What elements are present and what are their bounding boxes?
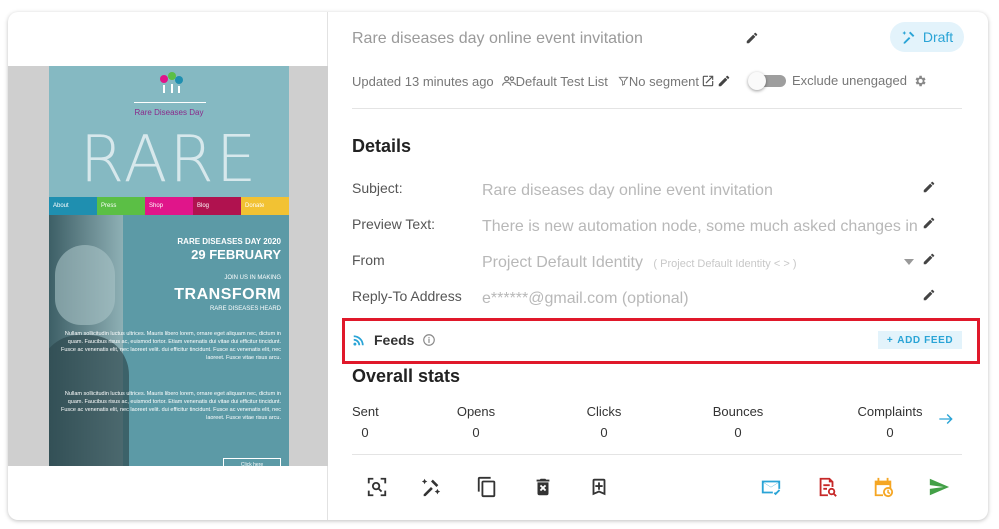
stat-value: 0	[734, 425, 742, 440]
heard-line: RARE DISEASES HEARD	[209, 306, 281, 312]
stat-sent: Sent 0	[352, 404, 379, 440]
divider	[352, 454, 962, 455]
stat-value: 0	[472, 425, 480, 440]
duplicate-icon[interactable]	[474, 474, 500, 500]
email-nav-about: About	[49, 197, 97, 215]
draft-tools-icon	[902, 31, 915, 44]
stat-bounces: Bounces 0	[712, 404, 764, 440]
list-selector[interactable]: Default Test List	[501, 73, 608, 89]
email-nav-donate: Donate	[241, 197, 289, 215]
report-search-icon[interactable]	[814, 474, 840, 500]
exclude-unengaged-toggle[interactable]	[748, 72, 786, 90]
save-template-icon[interactable]	[586, 474, 612, 500]
subject-value[interactable]: Rare diseases day online event invitatio…	[482, 182, 912, 200]
from-label: From	[352, 252, 385, 268]
exclude-label: Exclude unengaged	[792, 73, 907, 88]
stat-label: Complaints	[857, 404, 923, 419]
body-paragraph-1: Nullam sollicitudin luctus ultrices. Mau…	[60, 331, 281, 361]
design-tools-icon[interactable]	[418, 474, 444, 500]
logo-underline	[134, 102, 206, 103]
email-cta-button: Click here	[223, 458, 281, 466]
edit-from-icon[interactable]	[922, 252, 936, 266]
segment-name: No segment	[628, 73, 700, 89]
email-nav-blog: Blog	[193, 197, 241, 215]
campaign-meta: Updated 13 minutes ago Default Test List…	[352, 72, 731, 90]
overall-stats-heading: Overall stats	[352, 366, 461, 386]
stat-label: Sent	[352, 404, 379, 419]
stat-label: Bounces	[712, 404, 764, 419]
from-identity-detail: ( Project Default Identity < > )	[653, 258, 797, 270]
schedule-icon[interactable]	[870, 474, 896, 500]
email-preview[interactable]: Rare Diseases Day RARE About Press Shop …	[49, 66, 289, 466]
campaign-title: Rare diseases day online event invitatio…	[352, 30, 643, 47]
delete-icon[interactable]	[530, 474, 556, 500]
stat-value: 0	[361, 425, 369, 440]
edit-reply-to-icon[interactable]	[922, 288, 936, 302]
date-line: 29 FEBRUARY	[191, 247, 281, 262]
divider	[352, 108, 962, 109]
status-badge[interactable]: Draft	[890, 22, 964, 52]
open-external-icon[interactable]	[701, 74, 715, 88]
reply-to-value[interactable]: e******@gmail.com (optional)	[482, 290, 902, 308]
campaign-card: Rare Diseases Day RARE About Press Shop …	[8, 12, 988, 520]
campaign-details-panel: Rare diseases day online event invitatio…	[328, 12, 988, 520]
hero-word: RARE	[79, 123, 259, 197]
details-heading: Details	[352, 136, 412, 156]
add-feed-label: ADD FEED	[897, 334, 954, 346]
email-nav: About Press Shop Blog Donate	[49, 197, 289, 215]
preview-text-value[interactable]: There is new automation node, some much …	[482, 218, 924, 236]
logo-text: Rare Diseases Day	[134, 108, 204, 117]
updated-text: Updated 13 minutes ago	[352, 73, 494, 89]
stat-value: 0	[600, 425, 608, 440]
stat-value: 0	[886, 425, 894, 440]
feeds-label: Feeds	[374, 332, 415, 348]
edit-subject-icon[interactable]	[922, 180, 936, 194]
send-icon[interactable]	[926, 474, 952, 500]
rss-icon	[353, 335, 364, 346]
from-select[interactable]: Project Default Identity ( Project Defau…	[482, 254, 842, 272]
email-nav-shop: Shop	[145, 197, 193, 215]
stat-opens: Opens 0	[456, 404, 496, 440]
arrow-right-icon[interactable]	[938, 412, 954, 426]
plus-icon: +	[886, 334, 894, 346]
edit-preview-text-icon[interactable]	[922, 216, 936, 230]
subject-label: Subject:	[352, 180, 403, 196]
status-label: Draft	[922, 29, 954, 45]
email-preview-panel: Rare Diseases Day RARE About Press Shop …	[8, 12, 328, 520]
stat-complaints: Complaints 0	[854, 404, 926, 440]
feeds-section: Feeds	[352, 328, 436, 352]
email-hero-section: RARE DISEASES DAY 2020 29 FEBRUARY JOIN …	[49, 215, 289, 466]
stat-label: Clicks	[586, 404, 622, 419]
filter-icon	[618, 76, 629, 86]
stat-label: Opens	[456, 404, 496, 419]
preview-scan-icon[interactable]	[364, 474, 390, 500]
edit-title-icon[interactable]	[744, 30, 760, 46]
preview-text-label: Preview Text:	[352, 216, 435, 232]
exclude-unengaged: Exclude unengaged	[792, 73, 927, 88]
add-feed-button[interactable]: + ADD FEED	[878, 331, 962, 349]
people-icon	[501, 76, 516, 86]
toggle-knob	[748, 72, 766, 90]
transform-line: TRANSFORM	[174, 286, 281, 303]
body-paragraph-2: Nullam sollicitudin luctus ultrices. Mau…	[60, 391, 281, 421]
event-line: RARE DISEASES DAY 2020	[177, 237, 281, 246]
stat-clicks: Clicks 0	[586, 404, 622, 440]
email-logo: Rare Diseases Day	[49, 66, 289, 126]
logo-icon	[160, 72, 183, 93]
segment-selector[interactable]: No segment	[618, 74, 699, 89]
portrait-head	[55, 245, 115, 325]
join-line: JOIN US IN MAKING	[224, 275, 281, 281]
edit-segment-icon[interactable]	[717, 74, 731, 88]
from-value: Project Default Identity	[482, 254, 643, 271]
email-nav-press: Press	[97, 197, 145, 215]
gear-icon[interactable]	[913, 74, 927, 88]
list-name: Default Test List	[515, 73, 608, 89]
info-icon[interactable]	[422, 333, 436, 347]
reply-to-label: Reply-To Address	[352, 288, 462, 304]
test-email-icon[interactable]	[758, 474, 784, 500]
chevron-down-icon[interactable]	[904, 258, 914, 266]
